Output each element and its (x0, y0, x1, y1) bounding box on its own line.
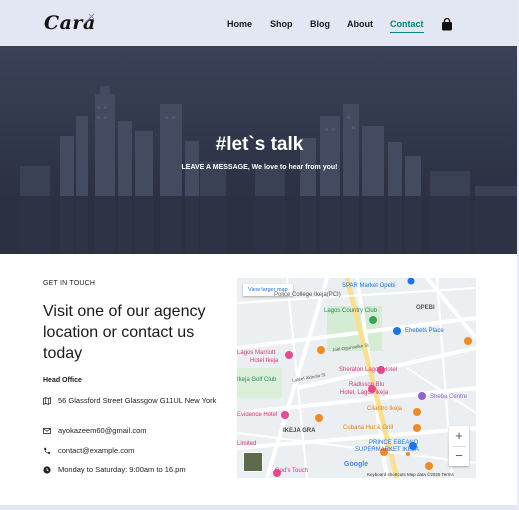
embedded-map[interactable]: View larger map SPAR Market Opebi Police… (237, 278, 476, 478)
map-label-marriott-2: Hotel Ikeja (250, 358, 279, 364)
nav-item-about[interactable]: About (347, 19, 373, 29)
hero-banner: #let`s talk LEAVE A MESSAGE, We love to … (0, 46, 519, 254)
hero-title: #let`s talk (215, 134, 304, 155)
map-zoom-control: + − (449, 426, 469, 466)
google-logo: Google (344, 461, 369, 468)
map-label-country-club: Lagos Country Club (324, 308, 378, 314)
hours-text: Monday to Saturday: 9:00am to 16.pm (58, 465, 186, 474)
envelope-icon (43, 428, 51, 434)
map-label-ehebets: Ehebets Place (405, 328, 444, 334)
map-label-evidence: Evidence Hotel (237, 412, 278, 418)
logo-sparkle-icon (83, 13, 95, 25)
map-label-sheba: Sheba Centre (430, 394, 468, 400)
map-label-radisson-2: Hotel, Lagos Ikeja (340, 390, 389, 396)
site-header: Cara Home Shop Blog About Contact (0, 0, 519, 46)
nav-item-contact[interactable]: Contact (390, 19, 424, 33)
map-label-radisson-1: Radisson Blu (349, 382, 385, 388)
map-label-sheraton: Sheraton Lagos Hotel (339, 367, 398, 373)
address-text: 56 Glassford Street Glassgow G11UL New Y… (58, 396, 217, 405)
shopping-bag-icon[interactable] (441, 18, 453, 31)
phone-icon (44, 447, 51, 454)
map-label-marriott-1: Lagos Marriott (237, 350, 276, 356)
map-label-opebi: OPEBI (416, 305, 435, 311)
map-label-gods-touch: God's Touch (275, 468, 309, 474)
map-icon (43, 397, 51, 405)
clock-icon (43, 466, 51, 474)
map-footer[interactable]: Keyboard shortcuts Map data ©2025 Terms (367, 472, 454, 477)
map-label-police-college: Police College Ikeja(PCI) (274, 292, 341, 298)
satellite-toggle[interactable] (243, 452, 263, 472)
map-label-prince-1: PRINCE EBEANO (369, 440, 419, 446)
phone-text[interactable]: contact@example.com (58, 446, 223, 456)
map-label-golf-club: Ikeja Golf Club (237, 377, 277, 383)
email-text[interactable]: ayokazeem60@gmail.com (58, 426, 223, 436)
zoom-out-button[interactable]: − (449, 446, 469, 466)
map-label-cubana: Cubana Hut & Grill (343, 425, 394, 431)
head-office-label: Head Office (43, 377, 82, 384)
contact-headline: Visit one of our agency location or cont… (43, 303, 206, 362)
nav-item-shop[interactable]: Shop (270, 19, 293, 29)
nav-item-home[interactable]: Home (227, 19, 252, 29)
zoom-in-button[interactable]: + (449, 426, 469, 446)
nav-item-blog[interactable]: Blog (310, 19, 330, 29)
map-label-cilantro: Cilantro Ikeja (367, 406, 403, 412)
page-bottom-strip (0, 505, 519, 510)
map-label-spar: SPAR Market Opebi (342, 283, 396, 289)
map-label-prince-2: SUPERMARKET IKEJA (355, 447, 419, 453)
hero-subtitle: LEAVE A MESSAGE, We love to hear from yo… (181, 164, 338, 171)
map-label-limited: Limited (237, 441, 257, 447)
map-label-ikeja-gra: IKEJA GRA (283, 428, 316, 434)
section-eyebrow: GET IN TOUCH (43, 280, 96, 287)
